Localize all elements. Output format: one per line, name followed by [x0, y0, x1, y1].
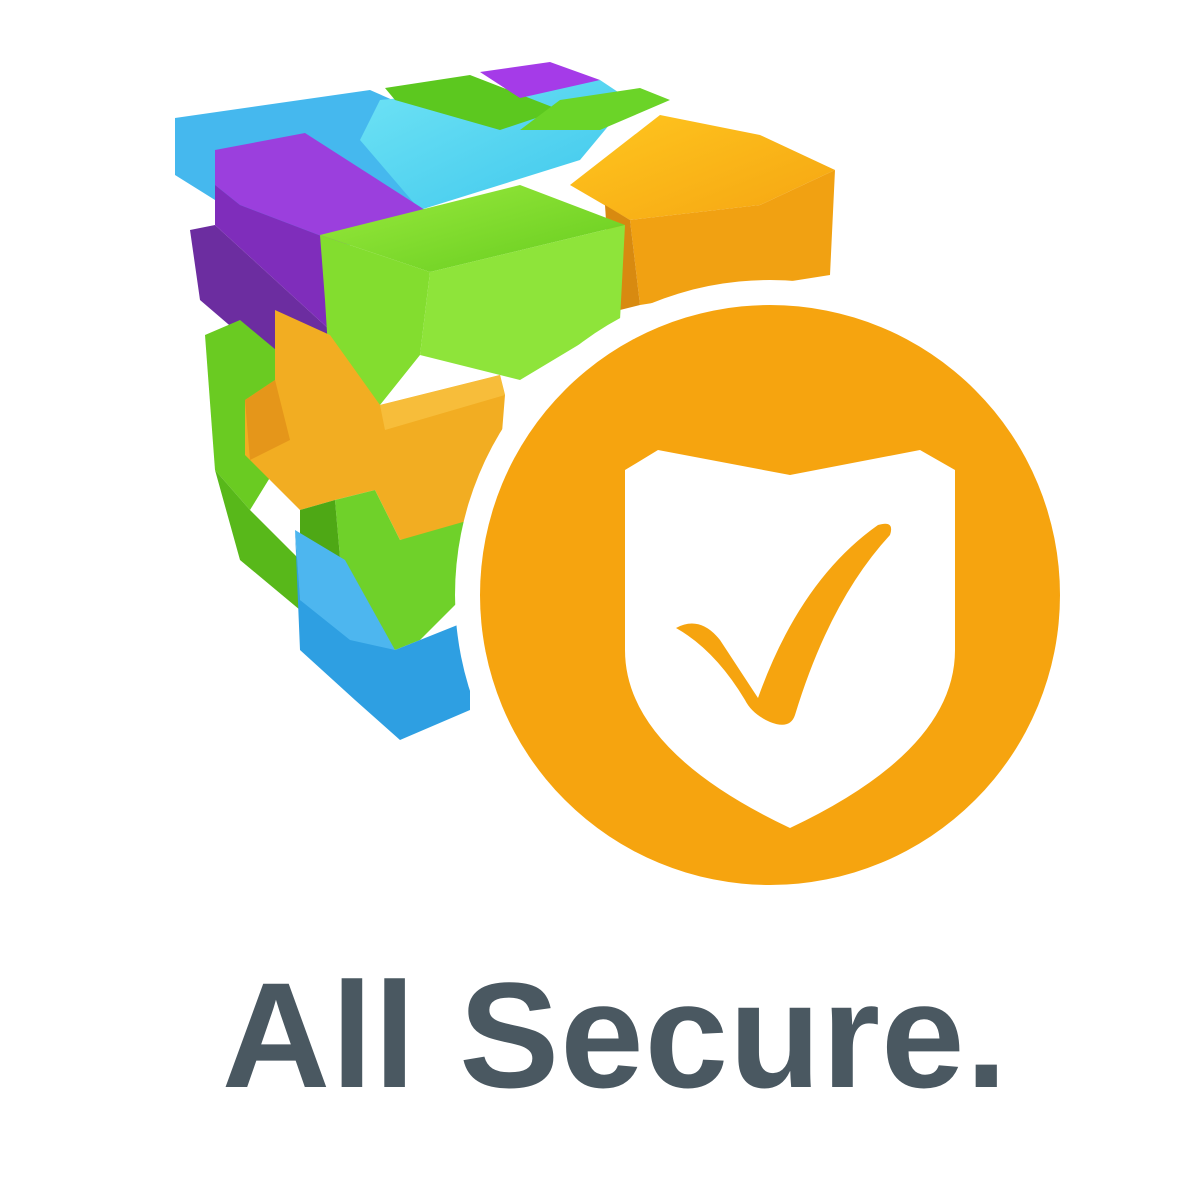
tagline: All Secure.	[0, 955, 1200, 1115]
shield-check-icon	[455, 280, 1085, 910]
tagline-text: All Secure.	[221, 951, 1009, 1119]
